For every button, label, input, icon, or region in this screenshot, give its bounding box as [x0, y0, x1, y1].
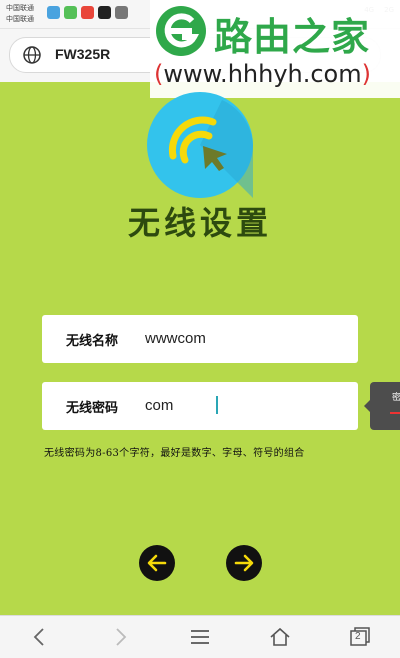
qq-icon	[98, 6, 111, 19]
globe-icon	[23, 46, 41, 64]
text-caret	[216, 396, 218, 414]
tooltip-text: 密	[392, 393, 400, 403]
watermark-paren-open: (	[154, 60, 164, 88]
browser-bottom-bar: 2	[0, 615, 400, 658]
watermark-paren-close: )	[361, 60, 371, 88]
ssid-field: 无线名称	[42, 315, 358, 363]
password-tooltip: 密	[364, 382, 400, 430]
tabs-button[interactable]: 2	[348, 626, 372, 648]
watermark-title: 路由之家	[214, 15, 371, 59]
wifi-cursor-icon	[147, 92, 253, 198]
wechat-icon	[64, 6, 77, 19]
password-input[interactable]	[145, 394, 345, 416]
password-field: 无线密码	[42, 382, 358, 430]
menu-icon[interactable]	[188, 626, 212, 648]
address-url: FW325R	[55, 46, 111, 62]
browser-forward-icon[interactable]	[108, 626, 132, 648]
carrier-label-2: 中国联通	[6, 15, 34, 23]
tooltip-underline	[390, 412, 400, 414]
arrow-left-icon	[147, 554, 167, 572]
next-step-button[interactable]	[226, 545, 262, 581]
carrier-label-1: 中国联通	[6, 4, 34, 12]
arrow-right-icon	[234, 554, 254, 572]
watermark-url: (www.hhhyh.com)	[154, 60, 371, 88]
ssid-input[interactable]	[145, 327, 345, 349]
notification-icons	[47, 6, 128, 19]
password-hint: 无线密码为8-63个字符，最好是数字、字母、符号的组合	[44, 448, 305, 459]
tab-count: 2	[355, 631, 361, 642]
page-title: 无线设置	[127, 204, 272, 242]
browser-back-icon[interactable]	[28, 626, 52, 648]
back-step-button[interactable]	[139, 545, 175, 581]
weibo-icon	[81, 6, 94, 19]
password-label: 无线密码	[66, 401, 119, 416]
watermark-logo-icon	[156, 6, 206, 56]
watermark-url-text: www.hhhyh.com	[163, 60, 362, 88]
gallery-icon	[115, 6, 128, 19]
ssid-label: 无线名称	[66, 334, 119, 349]
image-notification-icon	[47, 6, 60, 19]
watermark: 路由之家 (www.hhhyh.com)	[150, 0, 400, 98]
home-icon[interactable]	[268, 626, 292, 648]
